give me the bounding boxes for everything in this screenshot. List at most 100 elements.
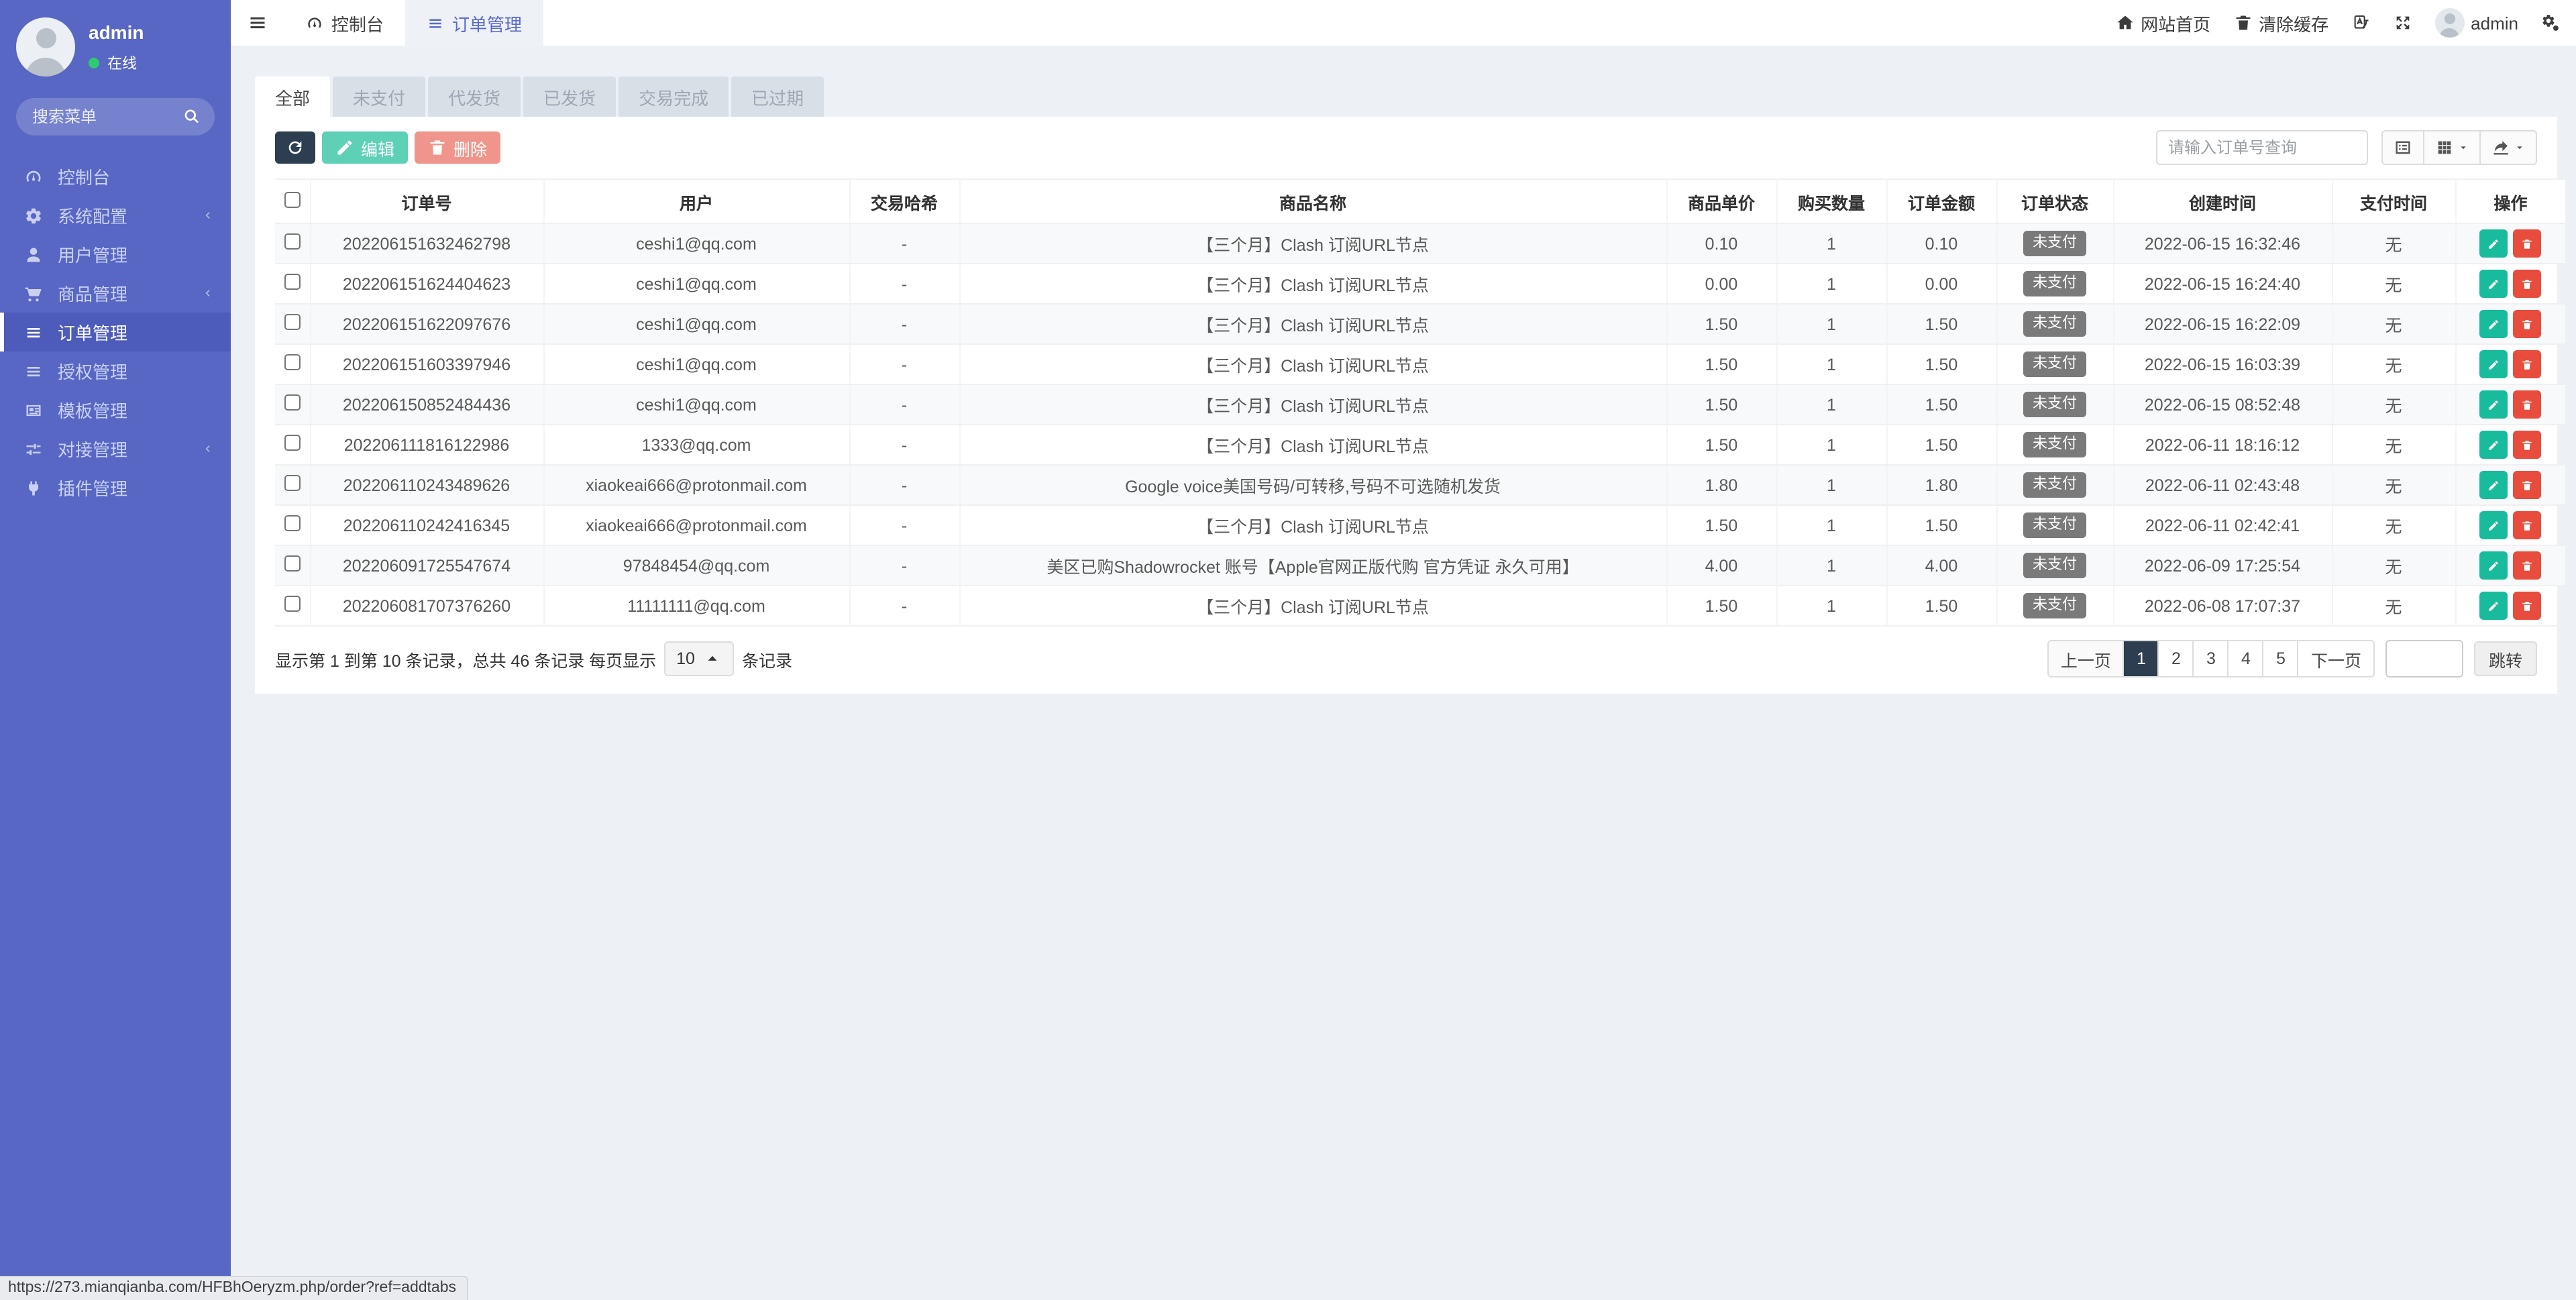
table-row-5: 202206150852484436ceshi1@qq.com-【三个月】Cla… xyxy=(275,384,2565,425)
list-icon xyxy=(427,14,444,32)
filter-tab-unpaid[interactable]: 未支付 xyxy=(333,76,425,117)
cell-paid_at: 无 xyxy=(2332,505,2455,545)
sidebar-item-order-mgmt[interactable]: 订单管理 xyxy=(0,313,231,351)
row-checkbox[interactable] xyxy=(284,515,301,531)
language-switch-button[interactable] xyxy=(2351,13,2370,32)
page-button-5[interactable]: 5 xyxy=(2263,641,2298,676)
row-delete-button[interactable] xyxy=(2514,511,2542,539)
delete-button[interactable]: 删除 xyxy=(415,131,500,164)
cell-unit_price: 0.00 xyxy=(1666,264,1776,304)
export-button[interactable] xyxy=(2479,131,2536,164)
pagination-next-button[interactable]: 下一页 xyxy=(2298,641,2373,676)
row-edit-button[interactable] xyxy=(2480,471,2508,499)
search-icon[interactable] xyxy=(182,107,201,126)
columns-toggle-button[interactable] xyxy=(2423,131,2479,164)
filter-tab-shipped[interactable]: 已发货 xyxy=(523,76,616,117)
cell-unit_price: 1.80 xyxy=(1666,465,1776,505)
page-jump-button[interactable]: 跳转 xyxy=(2474,641,2537,676)
trash-icon xyxy=(2522,476,2534,494)
sidebar-item-plugin-mgmt[interactable]: 插件管理 xyxy=(0,468,231,507)
page-button-3[interactable]: 3 xyxy=(2193,641,2228,676)
page-button-4[interactable]: 4 xyxy=(2228,641,2263,676)
row-edit-button[interactable] xyxy=(2480,390,2508,419)
row-delete-button[interactable] xyxy=(2514,471,2542,499)
page-jump-input[interactable] xyxy=(2385,640,2463,678)
row-checkbox[interactable] xyxy=(284,596,301,612)
filter-tab-expired[interactable]: 已过期 xyxy=(731,76,824,117)
row-edit-button[interactable] xyxy=(2480,229,2508,258)
filter-tab-completed[interactable]: 交易完成 xyxy=(619,76,729,117)
row-delete-button[interactable] xyxy=(2514,390,2542,419)
trash-icon xyxy=(2522,556,2534,575)
row-delete-button[interactable] xyxy=(2514,592,2542,620)
row-edit-button[interactable] xyxy=(2480,310,2508,338)
page-button-2[interactable]: 2 xyxy=(2158,641,2193,676)
detail-view-button[interactable] xyxy=(2383,131,2423,164)
topbar-tab-dashboard[interactable]: 控制台 xyxy=(284,0,405,46)
row-delete-button[interactable] xyxy=(2514,551,2542,580)
user-panel: admin 在线 xyxy=(0,0,231,87)
settings-menu-button[interactable] xyxy=(2541,13,2560,32)
edit-button[interactable]: 编辑 xyxy=(322,131,408,164)
sidebar-search xyxy=(16,98,215,136)
cell-paid_at: 无 xyxy=(2332,223,2455,264)
cell-created_at: 2022-06-15 16:32:46 xyxy=(2113,223,2332,264)
refresh-button[interactable] xyxy=(275,131,315,164)
page-size-select[interactable]: 10 xyxy=(664,641,734,676)
row-delete-button[interactable] xyxy=(2514,270,2542,298)
cell-tx_hash: - xyxy=(849,505,959,545)
fullscreen-button[interactable] xyxy=(2393,13,2412,32)
sidebar-item-connect-mgmt[interactable]: 对接管理 xyxy=(0,429,231,468)
row-delete-button[interactable] xyxy=(2514,229,2542,258)
filter-tab-to-ship[interactable]: 代发货 xyxy=(428,76,521,117)
sidebar-item-system-config[interactable]: 系统配置 xyxy=(0,196,231,235)
cell-tx_hash: - xyxy=(849,465,959,505)
table-row-7: 202206110243489626xiaokeai666@protonmail… xyxy=(275,465,2565,505)
row-checkbox[interactable] xyxy=(284,274,301,290)
table-row-6: 2022061118161229861333@qq.com-【三个月】Clash… xyxy=(275,425,2565,465)
row-checkbox[interactable] xyxy=(284,354,301,370)
row-edit-button[interactable] xyxy=(2480,270,2508,298)
sidebar-item-dashboard[interactable]: 控制台 xyxy=(0,157,231,196)
row-delete-button[interactable] xyxy=(2514,431,2542,459)
cell-amount: 1.50 xyxy=(1886,425,1996,465)
cell-order_no: 202206151603397946 xyxy=(310,344,543,384)
cell-status: 未支付 xyxy=(1996,545,2113,586)
online-status-dot xyxy=(89,58,99,68)
sidebar-item-goods-mgmt[interactable]: 商品管理 xyxy=(0,274,231,313)
sidebar-item-template-mgmt[interactable]: 模板管理 xyxy=(0,390,231,429)
clear-cache-button[interactable]: 清除缓存 xyxy=(2233,10,2328,36)
site-home-link[interactable]: 网站首页 xyxy=(2115,10,2210,36)
cell-user: ceshi1@qq.com xyxy=(543,264,849,304)
select-all-checkbox[interactable] xyxy=(284,191,301,207)
row-delete-button[interactable] xyxy=(2514,350,2542,378)
row-edit-button[interactable] xyxy=(2480,592,2508,620)
row-delete-button[interactable] xyxy=(2514,310,2542,338)
row-edit-button[interactable] xyxy=(2480,431,2508,459)
sidebar-toggle-button[interactable] xyxy=(231,0,284,46)
row-checkbox[interactable] xyxy=(284,435,301,451)
topbar-tab-order-mgmt[interactable]: 订单管理 xyxy=(405,0,543,46)
row-checkbox[interactable] xyxy=(284,233,301,250)
sidebar-item-auth-mgmt[interactable]: 授权管理 xyxy=(0,351,231,390)
row-edit-button[interactable] xyxy=(2480,350,2508,378)
column-header-quantity: 购买数量 xyxy=(1776,179,1886,223)
order-search-input[interactable] xyxy=(2156,130,2368,165)
user-avatar[interactable] xyxy=(16,17,75,76)
current-user-menu[interactable]: admin xyxy=(2434,8,2518,38)
row-edit-button[interactable] xyxy=(2480,511,2508,539)
refresh-icon xyxy=(286,138,305,157)
cell-product: 【三个月】Clash 订阅URL节点 xyxy=(959,344,1666,384)
page-button-1[interactable]: 1 xyxy=(2123,641,2158,676)
row-checkbox[interactable] xyxy=(284,555,301,572)
pagination-prev-button[interactable]: 上一页 xyxy=(2049,641,2123,676)
chevron-left-icon xyxy=(200,286,215,301)
filter-tab-all[interactable]: 全部 xyxy=(255,76,330,117)
row-edit-button[interactable] xyxy=(2480,551,2508,580)
pencil-icon xyxy=(2488,274,2500,293)
row-checkbox[interactable] xyxy=(284,314,301,330)
row-checkbox[interactable] xyxy=(284,394,301,411)
sidebar-item-user-mgmt[interactable]: 用户管理 xyxy=(0,235,231,274)
row-checkbox[interactable] xyxy=(284,475,301,491)
list-alt-icon xyxy=(2394,138,2412,157)
